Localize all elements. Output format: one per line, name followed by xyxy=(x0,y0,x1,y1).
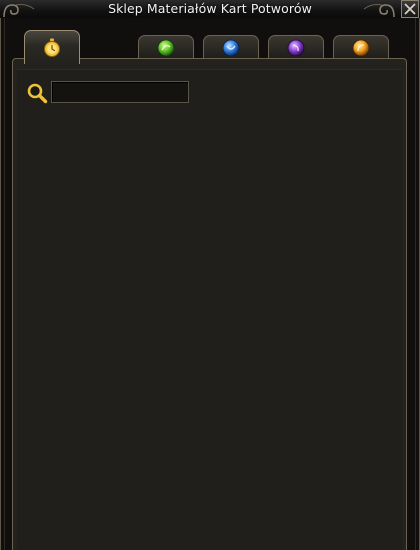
tab-green-element[interactable] xyxy=(138,35,194,59)
tab-orange-element[interactable] xyxy=(333,35,389,59)
search-icon xyxy=(27,83,48,104)
orange-orb-icon xyxy=(352,39,370,56)
stopwatch-icon xyxy=(44,38,60,57)
window-title: Sklep Materiałów Kart Potworów xyxy=(108,1,312,16)
purple-orb-icon xyxy=(287,39,305,56)
blue-orb-icon xyxy=(222,39,240,56)
tab-purple-element[interactable] xyxy=(268,35,324,59)
close-button[interactable] xyxy=(401,0,419,18)
green-orb-icon xyxy=(157,39,175,56)
title-bar[interactable]: Sklep Materiałów Kart Potworów xyxy=(0,0,420,19)
ornament-right-icon xyxy=(363,4,395,18)
shop-window: Sklep Materiałów Kart Potworów xyxy=(0,0,420,550)
tab-stopwatch[interactable] xyxy=(24,30,80,64)
content-list-area xyxy=(17,69,402,550)
content-panel xyxy=(12,58,407,550)
search-input[interactable] xyxy=(51,81,189,103)
close-icon xyxy=(404,3,416,15)
tab-blue-element[interactable] xyxy=(203,35,259,59)
